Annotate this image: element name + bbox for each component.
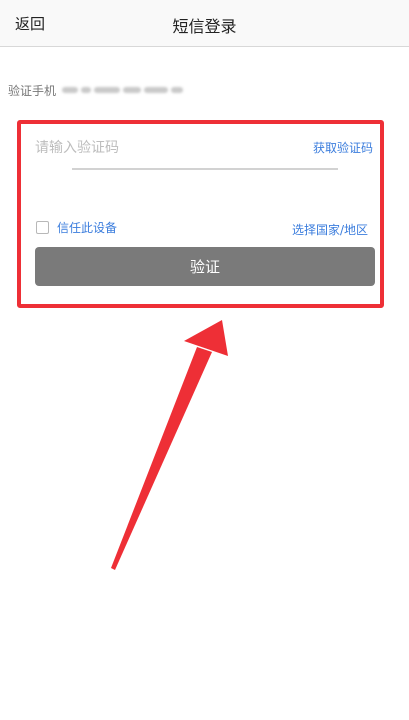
annotation-arrow-icon xyxy=(111,320,228,570)
arrow-shaft xyxy=(111,347,212,570)
